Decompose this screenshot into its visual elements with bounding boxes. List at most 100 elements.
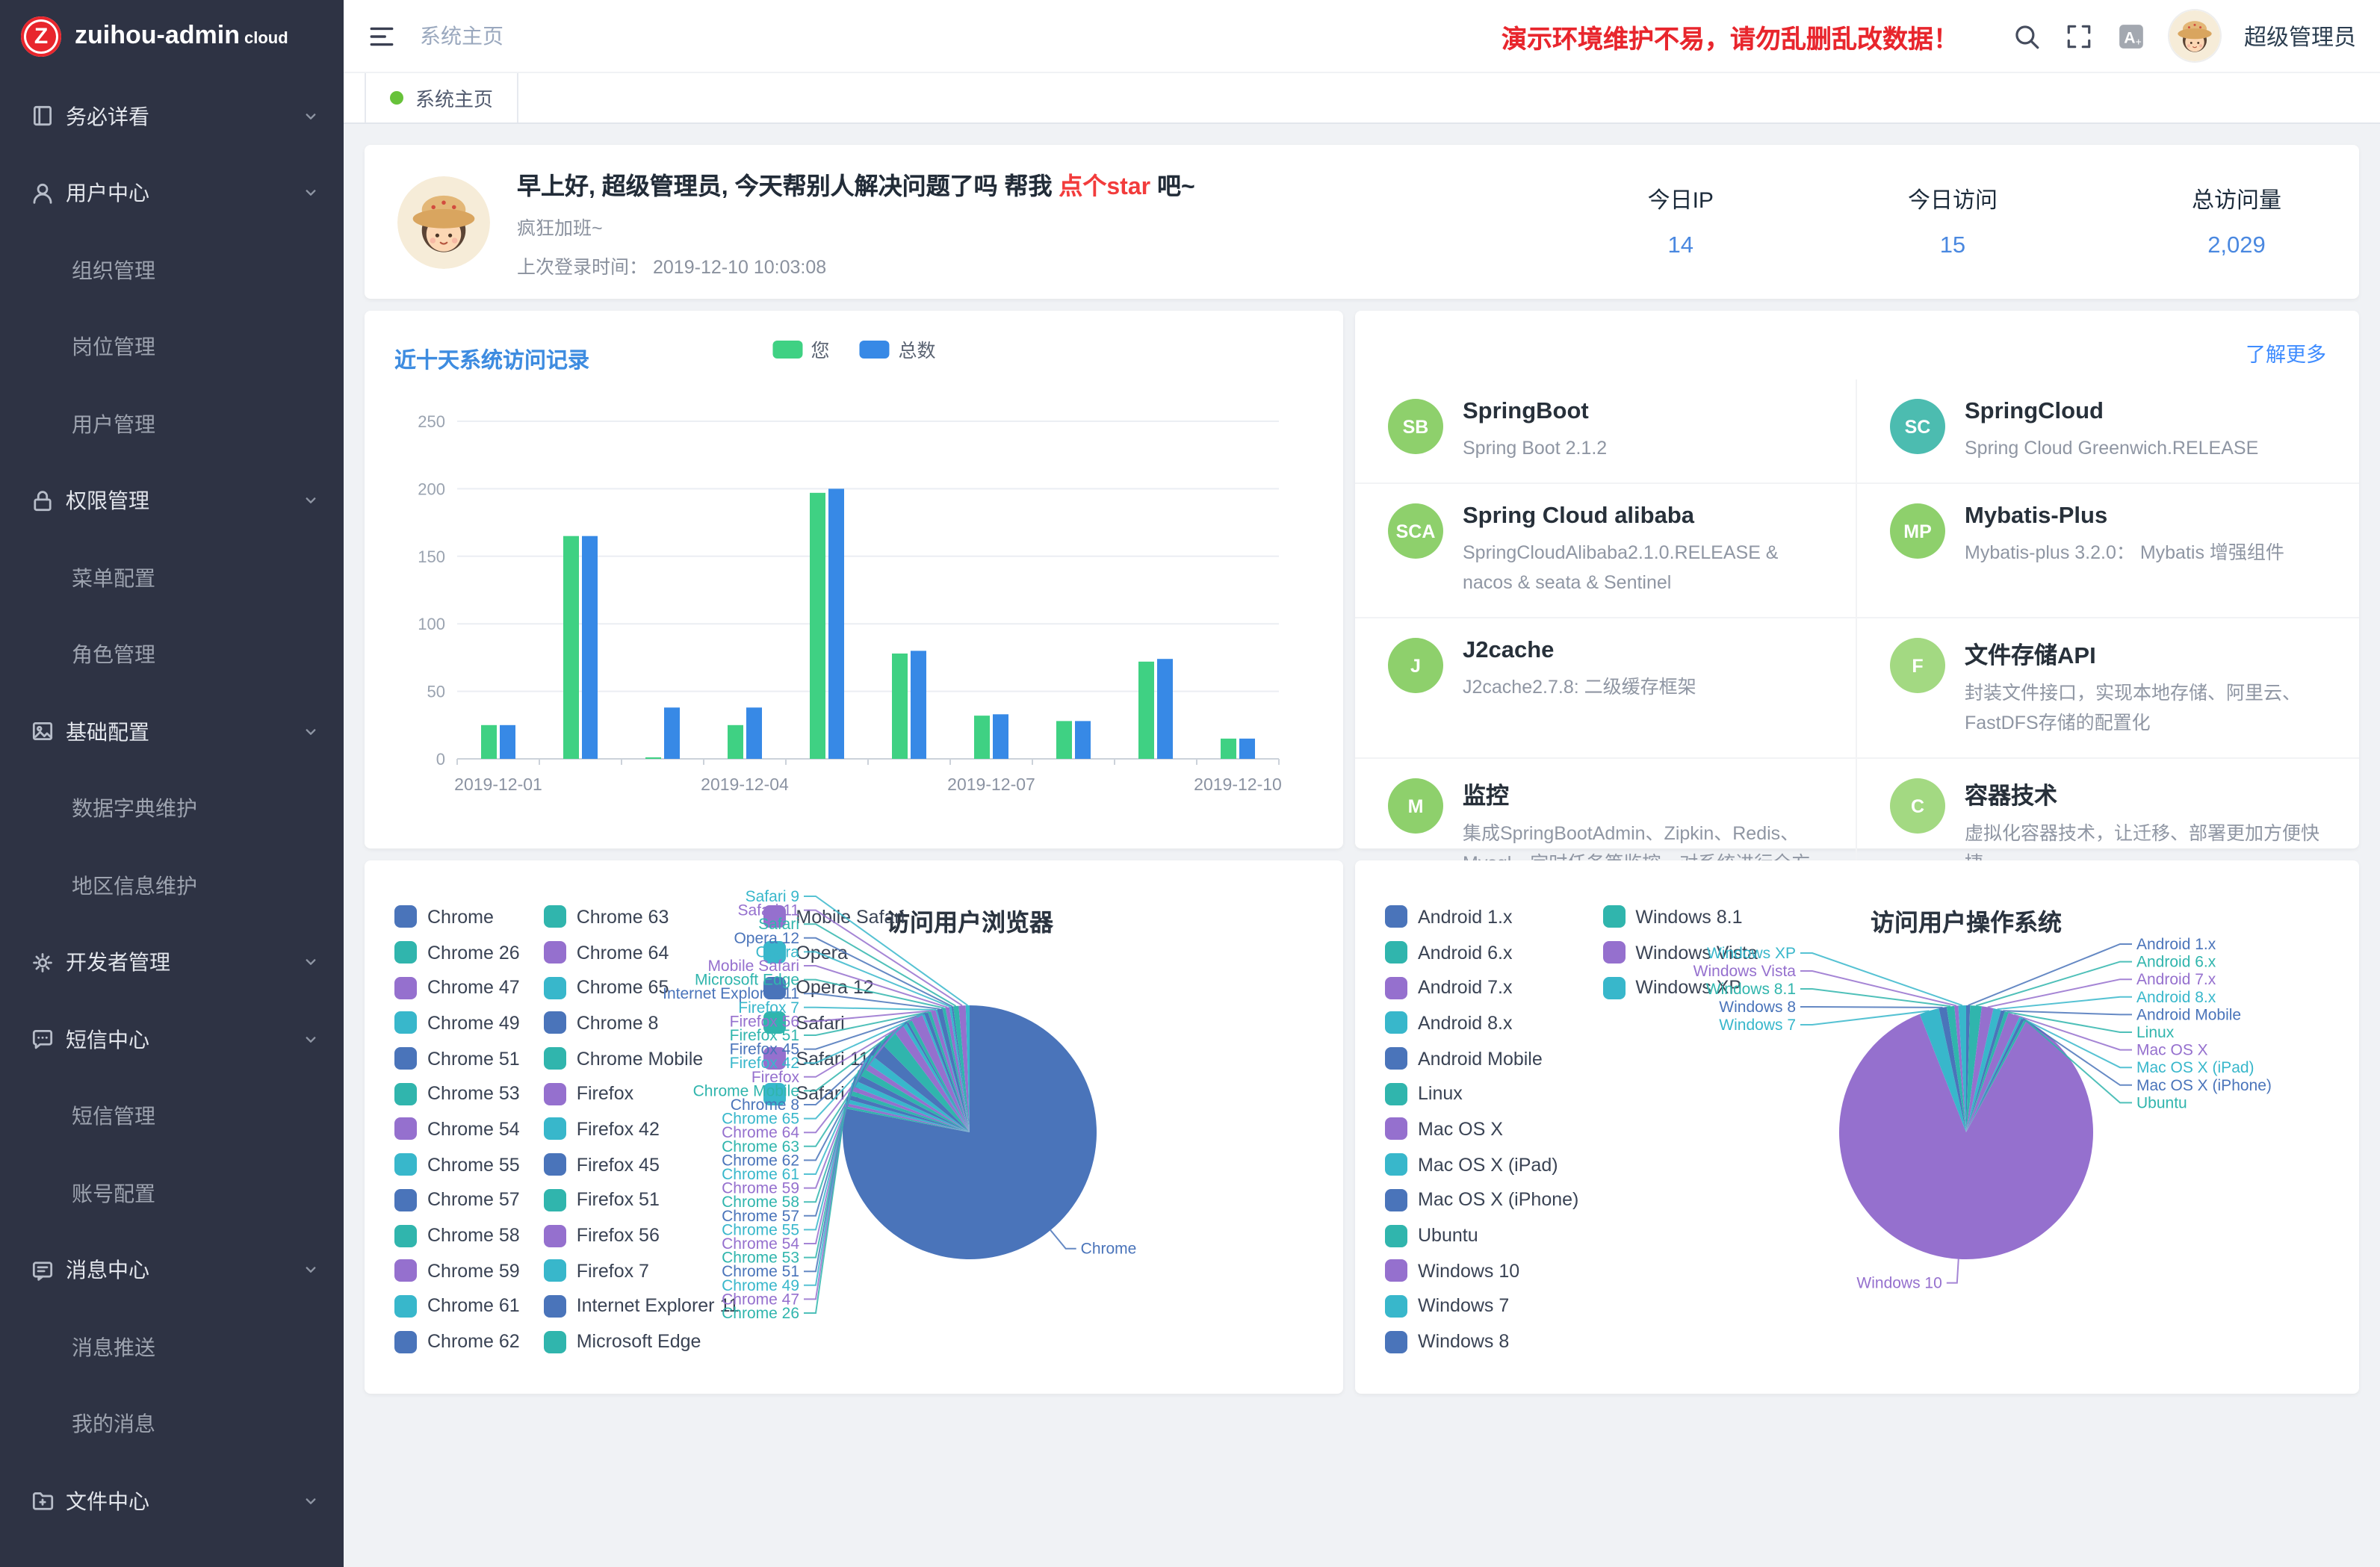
sidebar-subitem[interactable]: 地区信息维护	[0, 847, 344, 924]
bar-总数-2019-12-08[interactable]	[1075, 721, 1091, 759]
pie-label: Mac OS X	[2136, 1042, 2208, 1059]
pie-label: Android Mobile	[2136, 1006, 2241, 1023]
stat-value: 14	[1648, 233, 1714, 260]
bar-您-2019-12-10[interactable]	[1221, 739, 1236, 759]
bar-总数-2019-12-02[interactable]	[582, 536, 598, 759]
pie-label: Windows XP	[1707, 945, 1796, 962]
logo[interactable]: Z zuihou-admincloud	[0, 0, 344, 72]
tech-item: MPMybatis-PlusMybatis-plus 3.2.0： Mybati…	[1857, 484, 2359, 618]
tech-desc: Mybatis-plus 3.2.0： Mybatis 增强组件	[1965, 538, 2284, 568]
pie-label: Ubuntu	[2136, 1094, 2187, 1111]
bar-总数-2019-12-03[interactable]	[664, 707, 680, 759]
content-area: 早上好, 超级管理员, 今天帮别人解决问题了吗 帮我 点个star 吧~ 疯狂加…	[344, 124, 2380, 1567]
brand-name: zuihou-admin	[75, 21, 240, 49]
font-size-icon[interactable]: A +	[2117, 22, 2145, 50]
sidebar-item-label: 用户中心	[66, 179, 302, 208]
legend-swatch	[860, 340, 890, 358]
stat-label: 总访问量	[2192, 184, 2281, 215]
visits-bar-chart: 0501001502002502019-12-012019-12-042019-…	[382, 397, 1324, 831]
tab-home[interactable]: 系统主页	[365, 73, 518, 122]
bar-您-2019-12-07[interactable]	[974, 716, 990, 759]
folder-icon	[30, 1489, 66, 1514]
pie-label: Windows Vista	[1693, 963, 1797, 980]
sidebar-item-3[interactable]: 基础配置	[0, 693, 344, 770]
sidebar-item-2[interactable]: 权限管理	[0, 462, 344, 539]
chevron-down-icon	[302, 1031, 320, 1049]
sidebar-subitem[interactable]: 菜单配置	[0, 539, 344, 616]
bar-总数-2019-12-06[interactable]	[911, 651, 926, 759]
sidebar-item-1[interactable]: 用户中心	[0, 155, 344, 232]
pie-label: Chrome	[1081, 1241, 1137, 1258]
sidebar-subitem[interactable]: 短信管理	[0, 1078, 344, 1155]
user-icon	[30, 181, 66, 206]
sidebar-item-5[interactable]: 短信中心	[0, 1001, 344, 1078]
bar-您-2019-12-01[interactable]	[481, 725, 497, 759]
svg-text:100: 100	[418, 615, 445, 633]
bar-总数-2019-12-09[interactable]	[1157, 659, 1173, 759]
greeting-card: 早上好, 超级管理员, 今天帮别人解决问题了吗 帮我 点个star 吧~ 疯狂加…	[365, 145, 2359, 299]
tech-title: SpringCloud	[1965, 399, 2258, 426]
sidebar-subitem[interactable]: 岗位管理	[0, 308, 344, 385]
bar-您-2019-12-08[interactable]	[1056, 721, 1072, 759]
sidebar-subitem[interactable]: 数据字典维护	[0, 770, 344, 847]
tech-text: Mybatis-PlusMybatis-plus 3.2.0： Mybatis …	[1965, 503, 2284, 568]
user-avatar[interactable]	[2169, 10, 2220, 61]
bar-总数-2019-12-01[interactable]	[500, 725, 515, 759]
bar-总数-2019-12-04[interactable]	[746, 707, 762, 759]
pie-label: Windows 7	[1719, 1017, 1796, 1034]
sidebar-subitem[interactable]: 用户管理	[0, 385, 344, 462]
bar-您-2019-12-05[interactable]	[810, 493, 825, 759]
sidebar-subitem[interactable]: 组织管理	[0, 232, 344, 308]
learn-more-link[interactable]: 了解更多	[2246, 338, 2326, 367]
last-login: 上次登录时间： 2019-12-10 10:03:08	[517, 250, 1195, 279]
message-icon	[30, 1258, 66, 1283]
bar-总数-2019-12-07[interactable]	[993, 714, 1008, 759]
browser-pie-chart: ChromeSafari 9Safari 11SafariOpera 12Ope…	[365, 860, 1343, 1394]
sidebar-item-4[interactable]: 开发者管理	[0, 924, 344, 1001]
tab-label: 系统主页	[415, 84, 493, 112]
bar-您-2019-12-06[interactable]	[892, 654, 908, 759]
breadcrumb[interactable]: 系统主页	[420, 21, 503, 51]
sidebar-subitem[interactable]: 账号配置	[0, 1155, 344, 1232]
username[interactable]: 超级管理员	[2244, 20, 2356, 52]
star-link[interactable]: 点个star	[1059, 174, 1150, 199]
fullscreen-icon[interactable]	[2065, 22, 2093, 50]
sidebar-item-7[interactable]: 文件中心	[0, 1462, 344, 1539]
tech-badge: SCA	[1388, 503, 1443, 559]
svg-text:A: A	[2124, 28, 2135, 46]
tech-text: SpringBootSpring Boot 2.1.2	[1463, 399, 1607, 463]
bar-您-2019-12-03[interactable]	[645, 757, 661, 759]
sidebar-toggle-icon[interactable]	[368, 22, 396, 50]
sidebar-item-label: 务必详看	[66, 102, 302, 131]
sidebar-subitem[interactable]: 我的消息	[0, 1386, 344, 1462]
browser-pie-card: 访问用户浏览器 ChromeChrome 26Chrome 47Chrome 4…	[365, 860, 1343, 1394]
bar-您-2019-12-02[interactable]	[563, 536, 579, 759]
visits-chart-legend: 您 总数	[772, 335, 935, 363]
legend-item[interactable]: 您	[772, 335, 829, 363]
sidebar-item-label: 开发者管理	[66, 948, 302, 978]
stage: Z zuihou-admincloud 务必详看用户中心组织管理岗位管理用户管理…	[0, 0, 2380, 1567]
svg-text:0: 0	[436, 750, 445, 769]
bar-您-2019-12-09[interactable]	[1138, 662, 1154, 759]
bar-您-2019-12-04[interactable]	[728, 725, 743, 759]
sidebar-item-label: 短信中心	[66, 1025, 302, 1055]
stat-label: 今日IP	[1648, 184, 1714, 215]
legend-swatch	[772, 340, 802, 358]
bar-总数-2019-12-05[interactable]	[828, 488, 844, 759]
bar-总数-2019-12-10[interactable]	[1239, 739, 1255, 759]
tech-title: 监控	[1463, 778, 1823, 811]
last-login-label: 上次登录时间：	[517, 256, 648, 277]
stats-row: 今日IP14今日访问15总访问量2,029	[1648, 184, 2326, 260]
stat: 今日IP 14	[1648, 184, 1714, 260]
sidebar-item-label: 权限管理	[66, 486, 302, 516]
topbar: 系统主页 演示环境维护不易，请勿乱删乱改数据！ A +	[344, 0, 2380, 73]
chevron-down-icon	[302, 723, 320, 741]
search-icon[interactable]	[2012, 22, 2041, 50]
sidebar-subitem[interactable]: 角色管理	[0, 616, 344, 693]
chat-icon	[30, 1027, 66, 1052]
sidebar-item-6[interactable]: 消息中心	[0, 1232, 344, 1309]
sidebar-item-0[interactable]: 务必详看	[0, 78, 344, 155]
sidebar-subitem[interactable]: 消息推送	[0, 1309, 344, 1386]
legend-item[interactable]: 总数	[860, 335, 936, 363]
chevron-down-icon	[302, 1262, 320, 1279]
